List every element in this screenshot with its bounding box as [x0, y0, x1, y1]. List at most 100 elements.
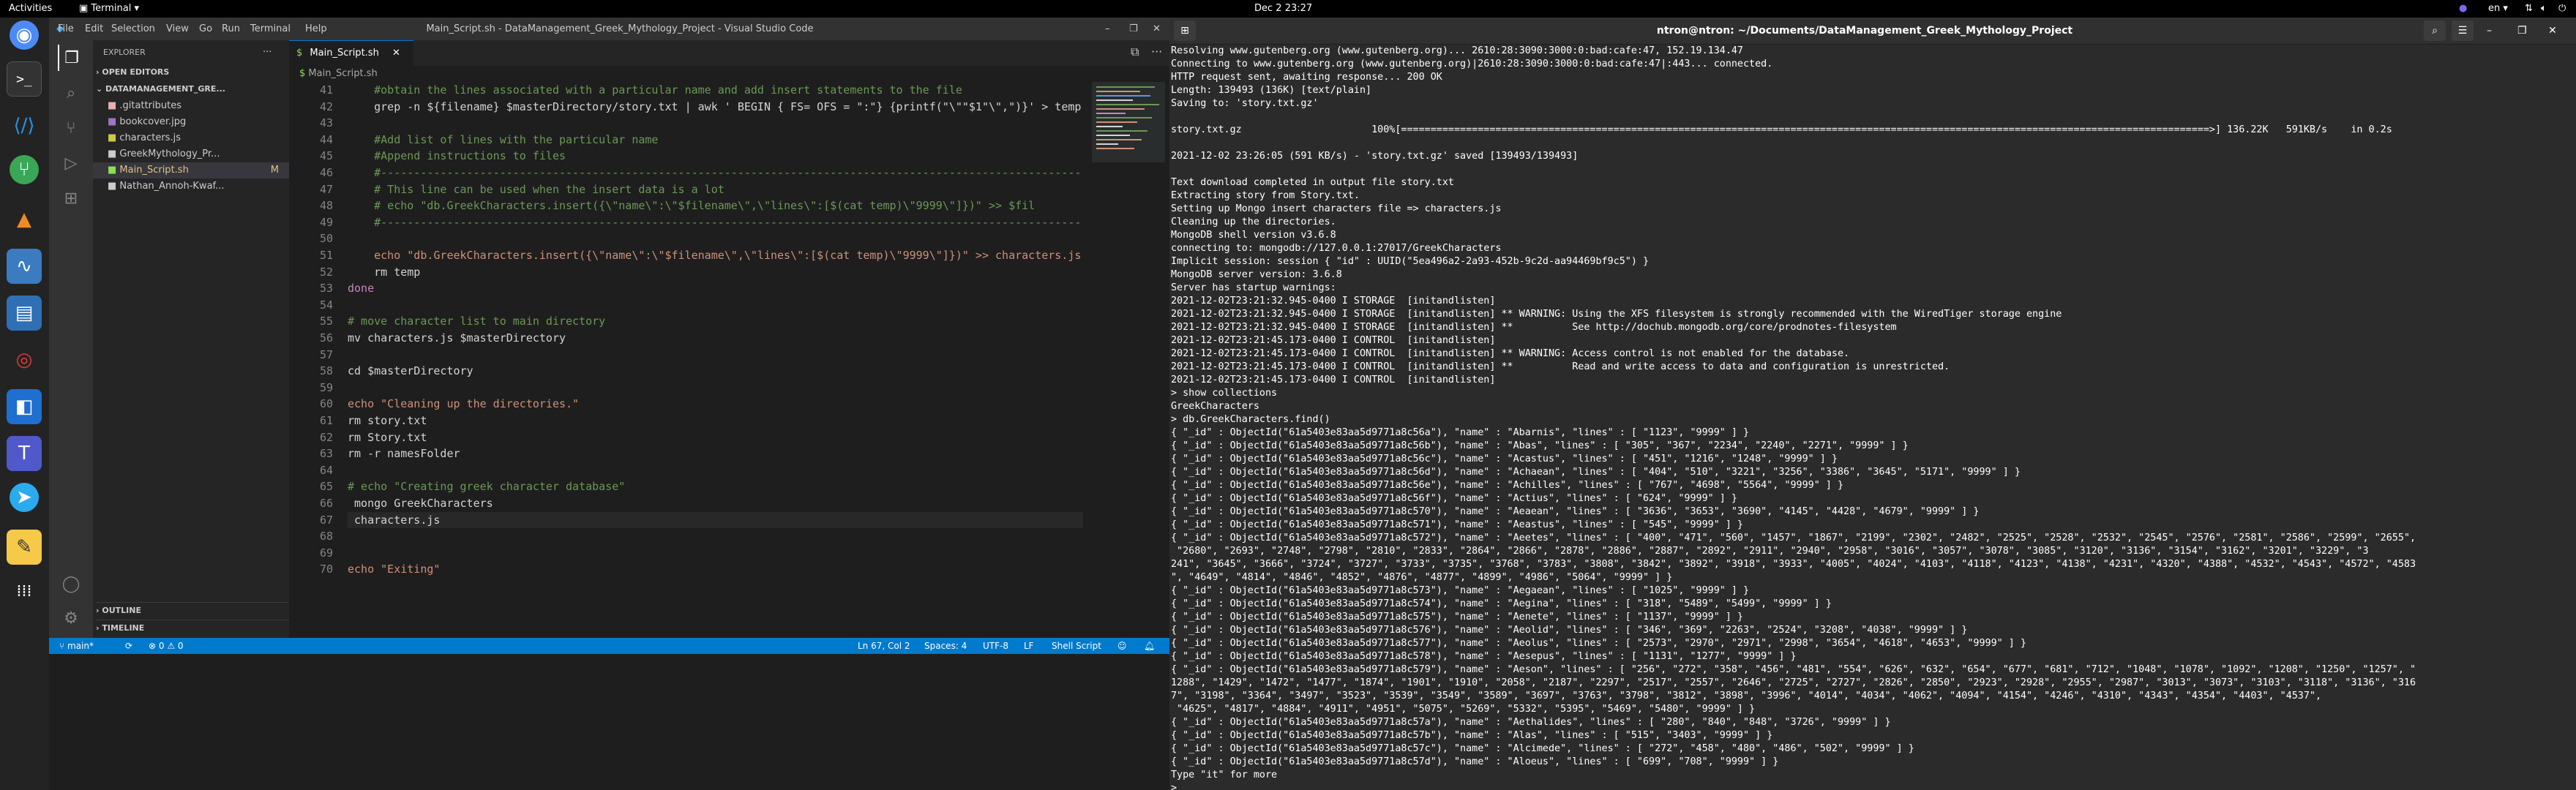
feedback-icon[interactable]: ☺	[1117, 638, 1127, 654]
clock[interactable]: Dec 2 23:27	[1254, 0, 1312, 18]
file-item[interactable]: ■ bookcover.jpg	[93, 114, 289, 130]
code-line: done	[348, 282, 375, 296]
terminal-line: Setting up Mongo insert characters file …	[1171, 203, 1502, 214]
source-control-icon[interactable]: ⑂	[58, 115, 84, 141]
tab-close-icon[interactable]: ✕	[392, 48, 400, 59]
notifications-icon[interactable]: 🔔︎	[1144, 638, 1155, 654]
more-actions-icon[interactable]: ···	[263, 45, 272, 61]
manage-gear-icon[interactable]: ⚙	[58, 605, 84, 631]
terminal-output[interactable]: Resolving www.gutenberg.org (www.gutenbe…	[1169, 45, 2576, 790]
menu-selection[interactable]: Selection	[111, 18, 155, 40]
file-item[interactable]: ■ .gitattributes	[93, 98, 289, 114]
breadcrumb[interactable]: $ Main_Script.sh	[289, 66, 1169, 82]
terminal-line: { "_id" : ObjectId("61a5403e83aa5d9771a8…	[1171, 467, 2021, 478]
file-item[interactable]: ■ Nathan_Annoh-Kwaf...	[93, 178, 289, 195]
chevron-down-icon: ▾	[2500, 3, 2508, 14]
chrome-icon[interactable]: ◉	[10, 20, 39, 50]
new-tab-icon[interactable]: ⊞	[1174, 20, 1196, 41]
terminal-line: Text download completed in output file s…	[1171, 177, 1454, 188]
language-indicator[interactable]: en ▾	[2488, 0, 2508, 18]
search-icon[interactable]: ⌕	[2424, 20, 2446, 41]
show-apps-icon[interactable]: ⁞⁞⁞	[7, 573, 42, 609]
minimize-icon[interactable]: –	[2487, 25, 2492, 37]
file-item-label: characters.js	[119, 132, 181, 143]
menu-help[interactable]: Help	[305, 18, 327, 40]
network-icon[interactable]: ⇅	[2525, 0, 2533, 18]
menu-terminal[interactable]: Terminal	[250, 18, 291, 40]
line-number: 65	[319, 480, 333, 494]
modified-badge: M	[270, 165, 279, 176]
close-icon[interactable]: ✕	[1153, 18, 1161, 40]
file-item[interactable]: ■ characters.js	[93, 130, 289, 146]
maximize-icon[interactable]: ❐	[1129, 18, 1138, 40]
split-editor-icon[interactable]: ⧉	[1131, 45, 1139, 59]
branch-indicator[interactable]: ⑂ main*	[59, 638, 94, 654]
indentation[interactable]: Spaces: 4	[924, 638, 967, 654]
document-viewer-icon[interactable]: ▤	[7, 296, 42, 331]
search-icon[interactable]: ⌕	[58, 80, 84, 106]
menu-edit[interactable]: Edit	[85, 18, 103, 40]
terminal-line: "4625", "4817", "4884", "4911", "4951", …	[1171, 704, 1756, 715]
cursor-position[interactable]: Ln 67, Col 2	[858, 638, 910, 654]
teams-icon[interactable]: T	[7, 436, 42, 471]
file-item[interactable]: ■ Main_Script.sh M	[93, 162, 289, 178]
image-icon: ■	[108, 116, 120, 127]
vlc-icon[interactable]: ▲	[7, 202, 42, 237]
power-icon[interactable]: ⏻	[2558, 0, 2566, 18]
discord-tray-icon[interactable]: ●	[2459, 0, 2467, 18]
project-folder[interactable]: ⌄ DATAMANAGEMENT_GRE...	[96, 81, 225, 97]
language-mode[interactable]: Shell Script	[1052, 638, 1101, 654]
git-app-icon[interactable]: ⑂	[10, 155, 39, 184]
volume-icon[interactable]: 🔈︎	[2541, 0, 2547, 18]
system-monitor-icon[interactable]: ∿	[7, 249, 42, 284]
menu-file[interactable]: File	[58, 18, 74, 40]
outline-section[interactable]: › OUTLINE	[96, 602, 289, 618]
terminal-line: Implicit session: session { "id" : UUID(…	[1171, 256, 1650, 267]
help-icon[interactable]: ◎	[7, 342, 42, 377]
file-icon: ■	[108, 148, 120, 159]
code-line: # This line can be used when the insert …	[348, 182, 724, 196]
telegram-icon[interactable]: ➤	[10, 483, 39, 512]
activities-button[interactable]: Activities	[9, 0, 52, 18]
terminal-line: connecting to: mongodb://127.0.0.1:27017…	[1171, 243, 1502, 254]
terminal-line: > show collections	[1171, 388, 1278, 399]
notes-icon[interactable]: ✎	[7, 530, 42, 565]
hamburger-menu-icon[interactable]: ☰	[2452, 20, 2474, 41]
open-editors-section[interactable]: › OPEN EDITORS	[96, 64, 169, 80]
file-item-label: Main_Script.sh	[119, 165, 189, 176]
minimize-icon[interactable]: –	[1105, 18, 1110, 40]
account-icon[interactable]: ◯	[58, 571, 84, 597]
timeline-section[interactable]: › TIMELINE	[96, 620, 289, 636]
tab-main-script[interactable]: $ Main_Script.sh ✕	[289, 40, 413, 66]
explorer-icon[interactable]: ❐	[58, 45, 84, 71]
app-menu[interactable]: ▣ Terminal ▾	[79, 0, 139, 18]
end-of-line[interactable]: LF	[1024, 638, 1034, 654]
menu-view[interactable]: View	[166, 18, 189, 40]
terminal-line: Type "it" for more	[1171, 770, 1278, 780]
vscode-icon[interactable]: ⟨/⟩	[7, 108, 42, 143]
problems-indicator[interactable]: ⊗ 0 ⚠ 0	[149, 638, 184, 654]
line-number: 44	[319, 132, 333, 146]
terminal-line: 1288", "1429", "1472", "1477", "1874", "…	[1171, 677, 2416, 688]
menu-go[interactable]: Go	[199, 18, 212, 40]
top-bar: Activities ▣ Terminal ▾ Dec 2 23:27 ● en…	[0, 0, 2576, 18]
terminal-icon[interactable]: >_	[7, 61, 42, 97]
timeline-label: TIMELINE	[102, 623, 145, 633]
maximize-icon[interactable]: ❐	[2517, 25, 2527, 37]
terminal-line: { "_id" : ObjectId("61a5403e83aa5d9771a8…	[1171, 454, 1838, 464]
minimap[interactable]	[1092, 82, 1169, 638]
terminal-line: GreekCharacters	[1171, 401, 1259, 412]
extensions-icon[interactable]: ⊞	[58, 185, 84, 211]
software-center-icon[interactable]: ◧	[7, 389, 42, 424]
more-actions-icon[interactable]: ···	[1151, 45, 1162, 59]
close-icon[interactable]: ✕	[2548, 25, 2557, 37]
code-editor[interactable]: 41 #obtain the lines associated with a p…	[289, 82, 1083, 638]
sync-icon[interactable]: ⟳	[125, 638, 132, 654]
run-debug-icon[interactable]: ▷	[58, 150, 84, 176]
encoding[interactable]: UTF-8	[983, 638, 1008, 654]
file-item[interactable]: ■ GreekMythology_Pr...	[93, 146, 289, 162]
code-line: rm -r namesFolder	[348, 447, 460, 461]
menu-run[interactable]: Run	[222, 18, 240, 40]
